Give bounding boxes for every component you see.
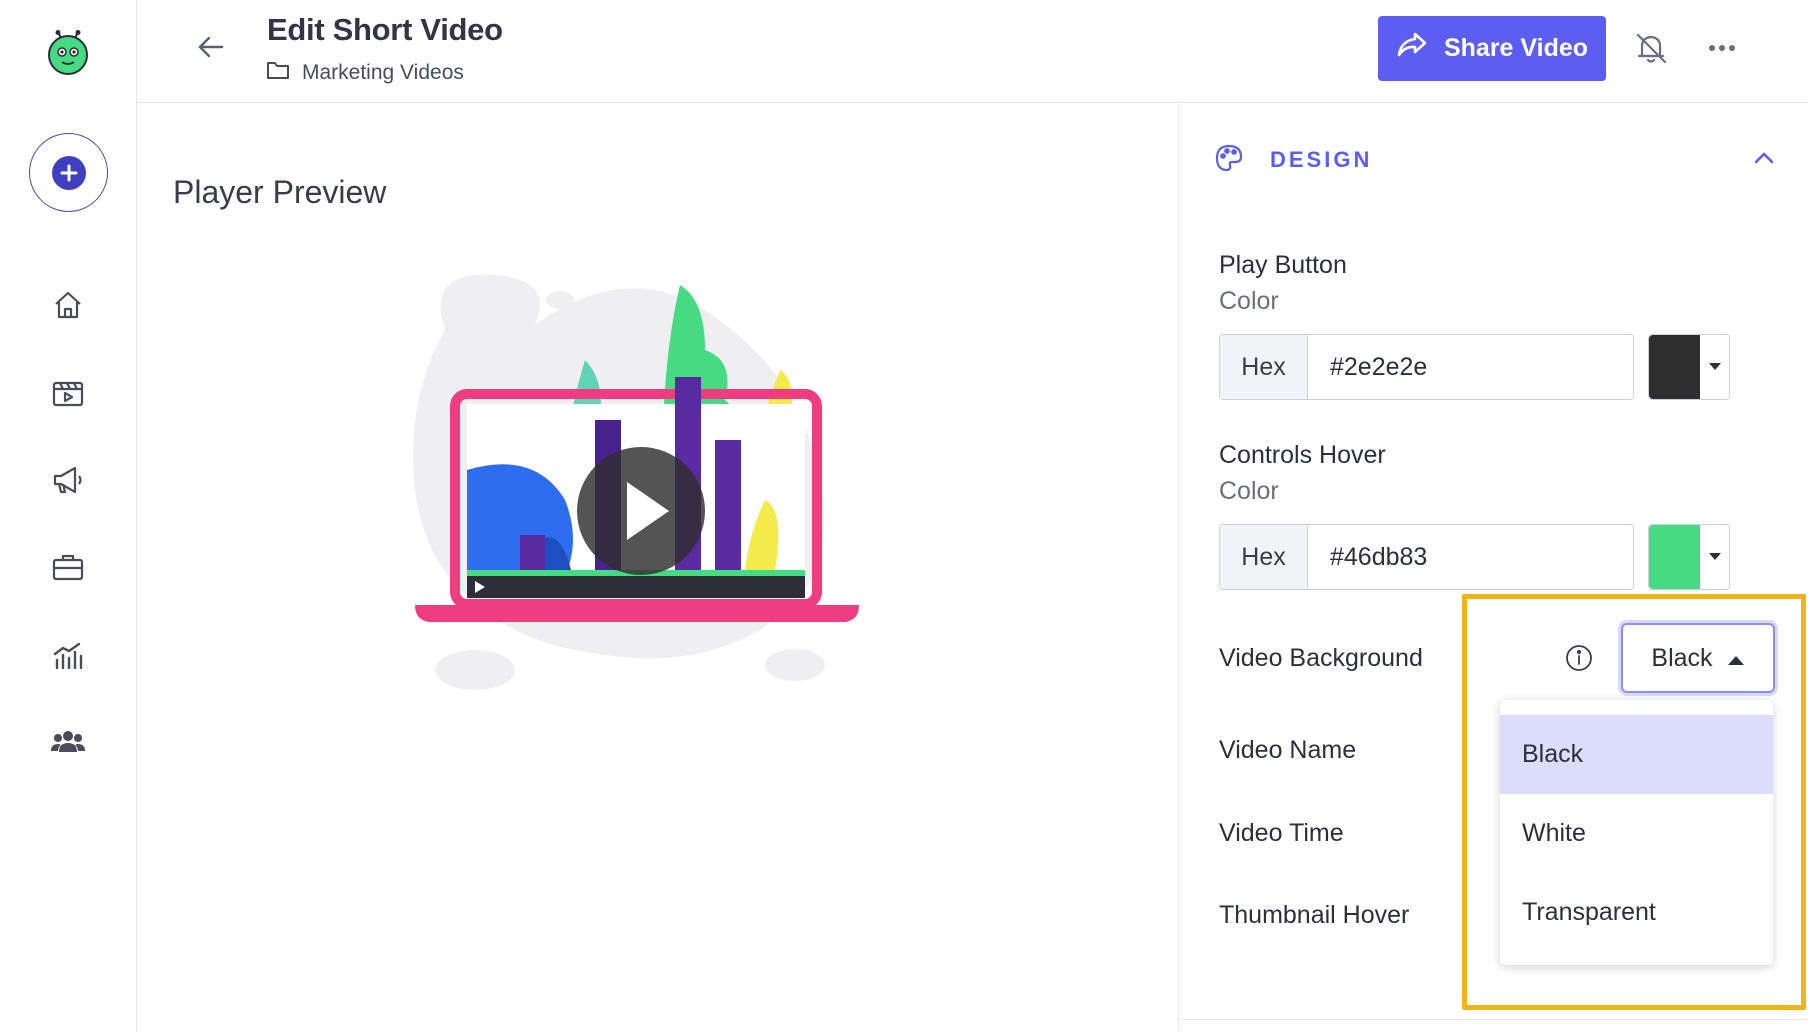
page-title: Edit Short Video xyxy=(267,12,503,47)
video-background-select[interactable]: Black xyxy=(1621,623,1775,693)
video-name-label: Video Name xyxy=(1219,736,1357,764)
app-logo-icon[interactable] xyxy=(45,30,91,76)
section-title[interactable]: DESIGN xyxy=(1270,147,1372,173)
select-value: Black xyxy=(1651,643,1713,672)
top-header: Edit Short Video Marketing Videos Share … xyxy=(137,0,1808,103)
video-background-label: Video Background xyxy=(1219,644,1423,672)
controls-hover-color-picker[interactable] xyxy=(1648,524,1730,590)
folder-icon xyxy=(266,60,290,85)
briefcase-icon[interactable] xyxy=(48,547,88,587)
caret-up-icon xyxy=(1727,644,1745,673)
play-button-sublabel: Color xyxy=(1219,287,1279,315)
chevron-up-icon[interactable] xyxy=(1749,143,1779,173)
preview-title: Player Preview xyxy=(173,174,387,210)
play-button-hex-field[interactable]: Hex #2e2e2e xyxy=(1219,334,1634,400)
team-icon[interactable] xyxy=(48,722,88,762)
option-transparent[interactable]: Transparent xyxy=(1500,873,1773,952)
notifications-off-icon[interactable] xyxy=(1631,28,1671,68)
megaphone-icon[interactable] xyxy=(48,460,88,500)
share-video-button[interactable]: Share Video xyxy=(1378,16,1606,81)
caret-down-icon xyxy=(1700,335,1729,399)
create-new-button[interactable] xyxy=(29,133,108,212)
share-video-label: Share Video xyxy=(1443,34,1589,62)
video-time-label: Video Time xyxy=(1219,819,1344,847)
home-icon[interactable] xyxy=(48,285,88,325)
folder-name: Marketing Videos xyxy=(302,60,464,84)
play-button-color-picker[interactable] xyxy=(1648,334,1730,400)
plus-icon xyxy=(51,155,86,190)
sidebar xyxy=(0,0,137,1032)
info-icon[interactable] xyxy=(1564,643,1594,673)
color-swatch xyxy=(1649,525,1700,589)
controls-hover-hex-field[interactable]: Hex #46db83 xyxy=(1219,524,1634,590)
back-arrow-icon[interactable] xyxy=(194,30,228,64)
option-white[interactable]: White xyxy=(1500,794,1773,873)
divider xyxy=(1178,1019,1808,1020)
option-black[interactable]: Black xyxy=(1500,715,1773,794)
share-arrow-icon xyxy=(1396,31,1428,66)
breadcrumb[interactable]: Marketing Videos xyxy=(266,60,464,85)
video-player-preview[interactable] xyxy=(405,270,865,720)
hex-prefix: Hex xyxy=(1220,525,1308,589)
controls-hover-label: Controls Hover xyxy=(1219,441,1386,469)
palette-icon xyxy=(1214,143,1244,173)
controls-hover-hex-input[interactable]: #46db83 xyxy=(1308,525,1633,589)
more-options-icon[interactable] xyxy=(1702,28,1742,68)
thumbnail-hover-label: Thumbnail Hover xyxy=(1219,901,1410,929)
video-background-dropdown: Black White Transparent xyxy=(1500,700,1773,965)
play-button-hex-input[interactable]: #2e2e2e xyxy=(1308,335,1633,399)
color-swatch xyxy=(1649,335,1700,399)
play-button-label: Play Button xyxy=(1219,251,1347,279)
analytics-icon[interactable] xyxy=(48,636,88,676)
video-library-icon[interactable] xyxy=(48,373,88,413)
design-panel: DESIGN Play Button Color Hex #2e2e2e Con… xyxy=(1178,103,1808,1032)
controls-hover-sublabel: Color xyxy=(1219,477,1279,505)
caret-down-icon xyxy=(1700,525,1729,589)
hex-prefix: Hex xyxy=(1220,335,1308,399)
